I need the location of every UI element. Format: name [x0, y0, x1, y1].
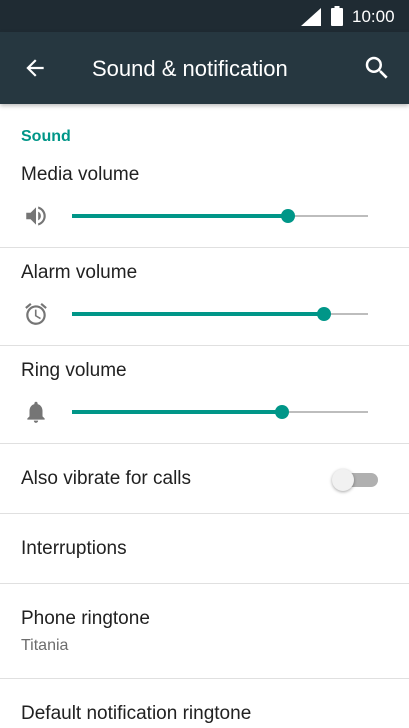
battery-icon	[331, 6, 343, 26]
media-volume-label: Media volume	[21, 164, 140, 185]
slider-fill	[72, 214, 289, 218]
arrow-back-icon[interactable]	[22, 55, 48, 81]
speaker-icon	[26, 206, 46, 226]
ring-volume-slider[interactable]	[72, 402, 368, 422]
ring-volume-item: Ring volume	[0, 351, 409, 443]
alarm-volume-label: Alarm volume	[21, 262, 138, 283]
app-bar: Sound & notification	[0, 32, 409, 104]
phone-ringtone-item[interactable]: Phone ringtone Titania	[0, 584, 409, 678]
divider	[0, 247, 409, 248]
section-header-sound: Sound	[21, 128, 71, 145]
media-volume-item: Media volume	[0, 155, 409, 247]
phone-ringtone-value: Titania	[21, 637, 69, 654]
notification-ringtone-item[interactable]: Default notification ringtone	[0, 679, 409, 728]
status-clock: 10:00	[352, 7, 395, 26]
interruptions-item[interactable]: Interruptions	[0, 514, 409, 583]
slider-thumb[interactable]	[281, 209, 296, 223]
divider	[0, 345, 409, 346]
status-bar: 10:00	[0, 0, 409, 32]
interruptions-label: Interruptions	[21, 538, 127, 559]
page-title: Sound & notification	[92, 56, 288, 81]
signal-icon	[301, 8, 321, 26]
slider-thumb[interactable]	[275, 405, 290, 419]
vibrate-for-calls-label: Also vibrate for calls	[21, 468, 192, 489]
notification-ringtone-label: Default notification ringtone	[21, 703, 252, 724]
alarm-volume-item: Alarm volume	[0, 253, 409, 345]
slider-fill	[72, 410, 283, 414]
ring-volume-label: Ring volume	[21, 360, 127, 381]
media-volume-slider[interactable]	[72, 206, 368, 226]
alarm-volume-slider[interactable]	[72, 304, 368, 324]
slider-thumb[interactable]	[316, 307, 331, 321]
vibrate-toggle[interactable]	[332, 469, 378, 491]
bell-icon	[27, 401, 45, 423]
slider-fill	[72, 312, 324, 316]
phone-ringtone-label: Phone ringtone	[21, 608, 150, 629]
toggle-thumb	[332, 469, 354, 491]
alarm-clock-icon	[25, 303, 47, 325]
search-icon[interactable]	[362, 53, 392, 83]
